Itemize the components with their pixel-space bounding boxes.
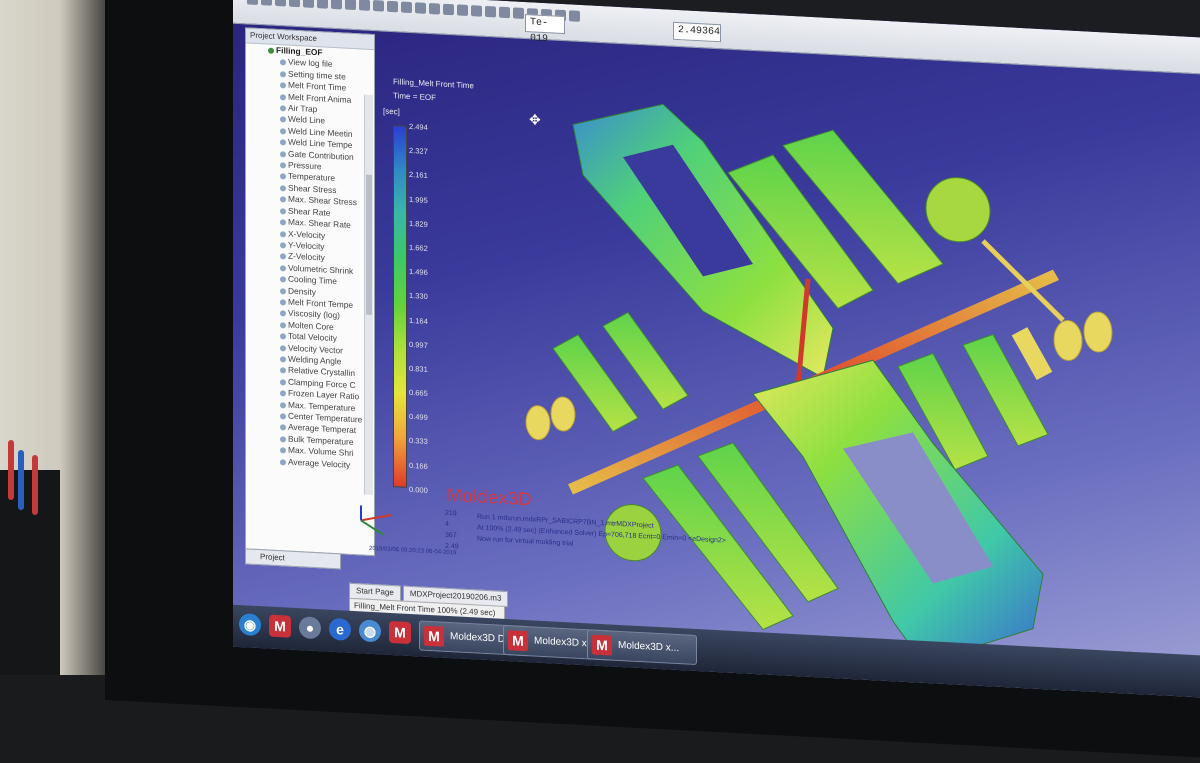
- info-number: 219: [445, 509, 457, 518]
- taskbar-button-label: Moldex3D x...: [534, 635, 596, 650]
- taskbar-button-label: Moldex3D x...: [618, 639, 680, 655]
- moldex-window-icon: M: [592, 634, 612, 656]
- moldex-app-icon[interactable]: M: [269, 614, 291, 638]
- start-button-icon[interactable]: ◉: [239, 613, 261, 637]
- sphere-part-top: [925, 177, 991, 243]
- monitor: Te-019 2.49364 Project Workspace Filling…: [105, 0, 1200, 761]
- info-number: 4: [445, 520, 449, 529]
- pen-red: [8, 440, 14, 500]
- info-number: 367: [445, 531, 457, 540]
- rotate-cursor-icon: ✥: [529, 112, 541, 129]
- moldex3d-logo: Moldex3D: [447, 484, 533, 510]
- taskbar-window-button[interactable]: M Moldex3D x...: [587, 629, 697, 666]
- spoon-right-1: [1053, 319, 1083, 361]
- moldex-pin-icon[interactable]: M: [389, 620, 411, 645]
- spoon-right-2: [1083, 311, 1113, 353]
- spoon-left-1: [525, 405, 551, 441]
- info-numbers: 219 4 367 2.49: [445, 508, 459, 553]
- pen-cup: [0, 470, 60, 675]
- media-icon[interactable]: ●: [299, 616, 321, 640]
- moldex-window-icon: M: [424, 625, 444, 647]
- screen: Te-019 2.49364 Project Workspace Filling…: [233, 0, 1200, 703]
- spoon-left-2: [550, 396, 576, 432]
- settings-icon[interactable]: ◍: [359, 619, 381, 643]
- pen-red-2: [32, 455, 38, 515]
- comb-right: [1011, 327, 1053, 380]
- axis-triad-icon: [360, 505, 392, 536]
- browser-icon[interactable]: e: [329, 617, 351, 641]
- pen-blue: [18, 450, 24, 510]
- moldex-window-icon: M: [508, 630, 528, 652]
